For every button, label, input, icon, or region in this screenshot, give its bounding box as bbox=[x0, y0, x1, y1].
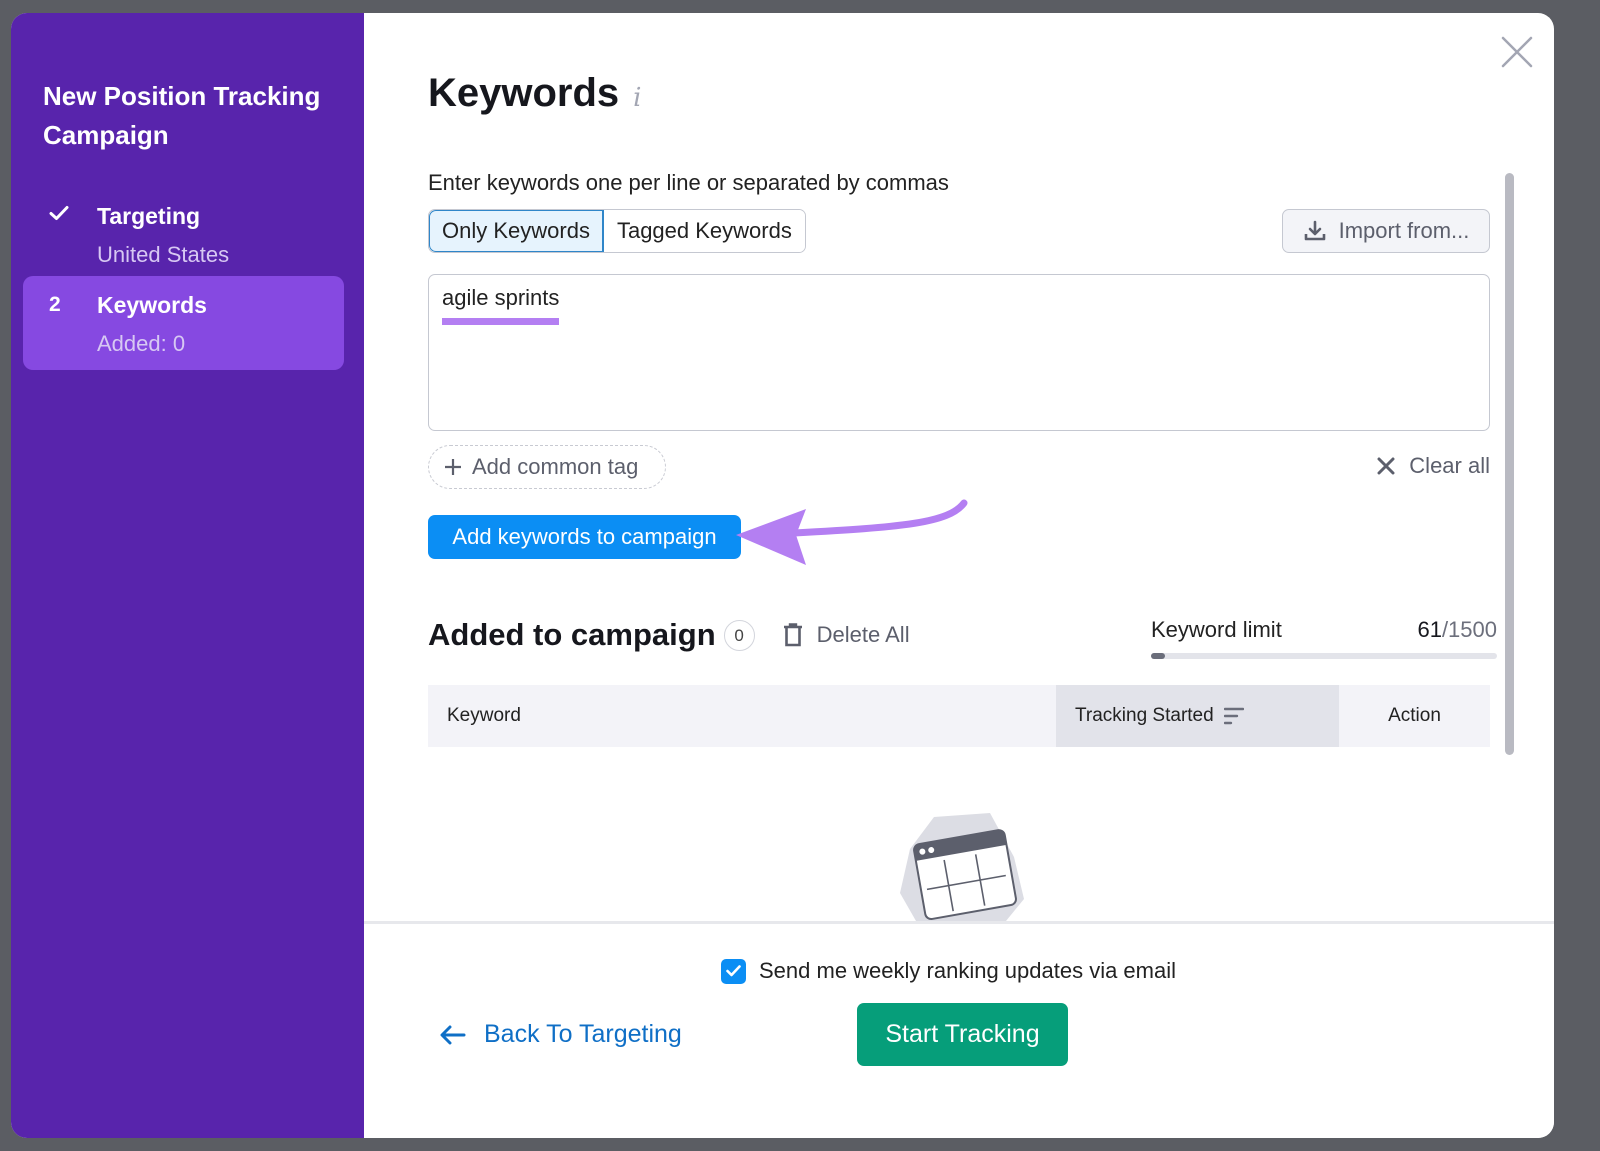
highlight-underline bbox=[442, 318, 560, 325]
added-to-campaign-header: Added to campaign 0 Delete All bbox=[428, 617, 910, 653]
clear-all-label: Clear all bbox=[1409, 453, 1490, 478]
keyword-limit-total: /1500 bbox=[1441, 617, 1497, 642]
keywords-hint: Enter keywords one per line or separated… bbox=[428, 170, 949, 195]
download-icon bbox=[1304, 220, 1325, 241]
wizard-sidebar: New Position Tracking Campaign Targeting… bbox=[11, 13, 364, 1138]
arrow-left-icon bbox=[440, 1025, 466, 1044]
back-label: Back To Targeting bbox=[484, 1020, 682, 1048]
step-label: Keywords bbox=[97, 292, 207, 318]
close-icon bbox=[1501, 36, 1533, 68]
keyword-limit-value: 61/1500 bbox=[1417, 617, 1497, 643]
delete-all-label: Delete All bbox=[816, 622, 910, 647]
keywords-textarea[interactable]: agile sprints bbox=[428, 274, 1490, 431]
tab-tagged-keywords[interactable]: Tagged Keywords bbox=[603, 210, 805, 252]
sidebar-title: New Position Tracking Campaign bbox=[43, 81, 321, 150]
keywords-value: agile sprints bbox=[442, 285, 560, 310]
trash-icon bbox=[783, 623, 802, 647]
keyword-limit-label: Keyword limit bbox=[1151, 617, 1282, 642]
new-campaign-modal: New Position Tracking Campaign Targeting… bbox=[11, 13, 1554, 1138]
keyword-limit-fill bbox=[1151, 653, 1166, 659]
empty-table-illustration-icon bbox=[900, 813, 1024, 921]
keyword-limit-bar bbox=[1151, 653, 1497, 659]
import-label: Import from... bbox=[1338, 218, 1470, 243]
added-title: Added to campaign bbox=[428, 617, 716, 652]
clear-all-button[interactable]: Clear all bbox=[1377, 453, 1490, 479]
tab-only-keywords[interactable]: Only Keywords bbox=[429, 210, 604, 252]
check-icon bbox=[726, 965, 741, 977]
email-updates-checkbox[interactable] bbox=[721, 958, 746, 984]
info-icon[interactable]: i bbox=[633, 83, 641, 113]
x-icon bbox=[1377, 457, 1395, 475]
back-to-targeting-link[interactable]: Back To Targeting bbox=[440, 1020, 682, 1049]
modal-footer: Send me weekly ranking updates via email… bbox=[364, 921, 1554, 1138]
step-subtitle: United States bbox=[97, 242, 230, 267]
delete-all-button[interactable]: Delete All bbox=[783, 622, 910, 648]
added-count-badge: 0 bbox=[723, 619, 755, 651]
add-common-tag-button[interactable]: Add common tag bbox=[428, 445, 666, 489]
page-title-text: Keywords bbox=[428, 71, 620, 115]
column-keyword: Keyword bbox=[447, 705, 521, 726]
check-icon bbox=[49, 205, 69, 221]
keyword-limit: Keyword limit 61/1500 bbox=[1151, 617, 1497, 659]
step-keywords[interactable]: 2 Keywords Added: 0 bbox=[23, 276, 344, 370]
add-keywords-button[interactable]: Add keywords to campaign bbox=[428, 515, 741, 559]
import-button[interactable]: Import from... bbox=[1282, 209, 1490, 253]
step-number: 2 bbox=[49, 293, 61, 316]
keyword-limit-used: 61 bbox=[1417, 617, 1442, 642]
column-tracking-started[interactable]: Tracking Started bbox=[1056, 685, 1339, 747]
step-label: Targeting bbox=[97, 203, 201, 229]
step-targeting[interactable]: Targeting United States bbox=[23, 187, 344, 277]
add-tag-label: Add common tag bbox=[472, 454, 639, 479]
sort-icon bbox=[1223, 707, 1244, 725]
page-title: Keywords i bbox=[428, 71, 642, 116]
keyword-mode-toggle: Only Keywords Tagged Keywords bbox=[428, 209, 806, 253]
email-updates-label: Send me weekly ranking updates via email bbox=[759, 958, 1177, 983]
column-action: Action bbox=[1388, 705, 1441, 726]
close-button[interactable] bbox=[1500, 35, 1534, 69]
plus-icon bbox=[445, 459, 461, 475]
column-tracking-label: Tracking Started bbox=[1075, 705, 1214, 726]
scrollbar[interactable] bbox=[1505, 173, 1514, 755]
annotation-arrow-icon bbox=[736, 499, 968, 565]
step-subtitle: Added: 0 bbox=[97, 331, 186, 356]
start-tracking-button[interactable]: Start Tracking bbox=[857, 1003, 1068, 1066]
keywords-panel: Keywords i Enter keywords one per line o… bbox=[364, 13, 1554, 1138]
keywords-table-header: Keyword Tracking Started Action bbox=[428, 685, 1490, 747]
email-updates-option[interactable]: Send me weekly ranking updates via email bbox=[721, 958, 1176, 984]
